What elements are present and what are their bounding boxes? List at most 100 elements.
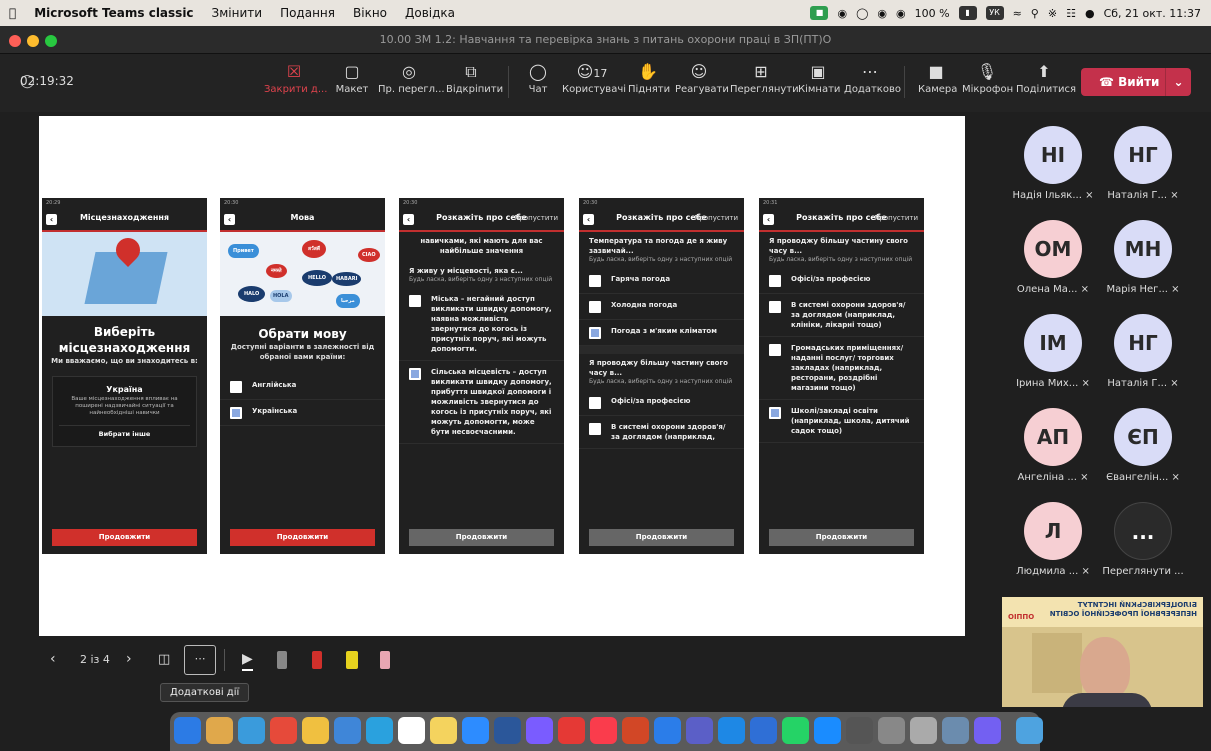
zoom-icon[interactable] xyxy=(462,717,489,744)
answer-option[interactable]: Гаряча погода xyxy=(579,268,744,294)
menu-edit[interactable]: Змінити xyxy=(203,6,272,20)
chat-button[interactable]: ◯ Чат xyxy=(526,60,550,106)
powerpoint-icon[interactable] xyxy=(622,717,649,744)
menu-clock[interactable]: Сб, 21 окт. 11:37 xyxy=(1104,7,1201,20)
more-actions-button[interactable]: ⋯ xyxy=(184,645,216,675)
camera-button[interactable]: ■ Камера xyxy=(918,60,957,106)
safari-icon[interactable] xyxy=(238,717,265,744)
checkbox[interactable] xyxy=(589,301,601,313)
answer-option[interactable]: Холодна погода xyxy=(579,294,744,320)
menu-window[interactable]: Вікно xyxy=(344,6,396,20)
participant-tile[interactable]: ОМ Олена Ма... ⨯ xyxy=(1003,212,1103,304)
checkbox[interactable] xyxy=(589,423,601,435)
people-button[interactable]: ☺17 Користувачі xyxy=(562,60,626,106)
status-icon-3[interactable]: ◉ xyxy=(896,7,906,20)
skip-link[interactable]: Пропустити xyxy=(874,214,918,222)
app-icon[interactable] xyxy=(750,717,777,744)
continue-button[interactable]: Продовжити xyxy=(769,529,914,546)
viber-icon[interactable] xyxy=(974,717,1001,744)
prev-slide-icon[interactable]: ‹ xyxy=(50,651,56,667)
checkbox[interactable] xyxy=(409,295,421,307)
raise-hand-button[interactable]: ✋ Підняти xyxy=(628,60,670,106)
answer-option[interactable]: Школі/закладі освіти (наприклад, школа, … xyxy=(759,400,924,443)
telegram-icon[interactable] xyxy=(366,717,393,744)
checkbox-checked[interactable] xyxy=(230,407,242,419)
skip-link[interactable]: Пропустити xyxy=(514,214,558,222)
answer-option[interactable]: Погода з м'яким кліматом xyxy=(579,320,744,346)
eraser-icon[interactable] xyxy=(380,651,390,669)
search-icon[interactable]: ⚲ xyxy=(1031,7,1039,20)
youtube-icon[interactable] xyxy=(558,717,585,744)
calendar-icon[interactable] xyxy=(398,717,425,744)
participant-tile[interactable]: ЄП Євангелін... ⨯ xyxy=(1093,400,1193,492)
checkbox[interactable] xyxy=(769,275,781,287)
downloads-icon[interactable] xyxy=(1016,717,1043,744)
menu-help[interactable]: Довідка xyxy=(396,6,464,20)
layout-button[interactable]: ▢ Макет xyxy=(334,60,370,106)
word-icon[interactable] xyxy=(494,717,521,744)
view-all-participants[interactable]: ... Переглянути ... xyxy=(1093,494,1193,586)
minimize-window-button[interactable] xyxy=(27,35,39,47)
continue-button[interactable]: Продовжити xyxy=(589,529,734,546)
app-icon[interactable] xyxy=(526,717,553,744)
participant-tile[interactable]: МН Марія Нег... ⨯ xyxy=(1093,212,1193,304)
more-button[interactable]: ⋯ Додатково xyxy=(844,60,901,106)
checkbox-checked[interactable] xyxy=(769,407,781,419)
calculator-icon[interactable] xyxy=(846,717,873,744)
launchpad-icon[interactable] xyxy=(206,717,233,744)
pen-tool-icon[interactable] xyxy=(277,651,287,669)
leave-button[interactable]: ☎ Вийти ⌄ xyxy=(1081,68,1191,96)
popout-button[interactable]: ⧉ Відкріпити xyxy=(446,60,503,106)
whatsapp-icon[interactable] xyxy=(782,717,809,744)
participant-tile[interactable]: НГ Наталія Г... ⨯ xyxy=(1093,306,1193,398)
battery-icon[interactable]: ▮ xyxy=(958,6,977,20)
participant-tile[interactable]: НГ Наталія Г... ⨯ xyxy=(1093,118,1193,210)
highlighter-icon[interactable] xyxy=(346,651,358,669)
view-button[interactable]: ⊞ Переглянути xyxy=(730,60,799,106)
apple-icon[interactable]:  xyxy=(0,6,25,20)
share-button[interactable]: ⬆ Поділитися xyxy=(1016,60,1076,106)
photos-icon[interactable] xyxy=(302,717,329,744)
answer-option[interactable]: Офісі/за професією xyxy=(759,268,924,294)
bluetooth-icon[interactable]: ※ xyxy=(1048,7,1057,20)
participant-tile[interactable]: Л Людмила ... ⨯ xyxy=(1003,494,1103,586)
printer-icon[interactable] xyxy=(910,717,937,744)
continue-button[interactable]: Продовжити xyxy=(230,529,375,546)
system-settings-icon[interactable] xyxy=(878,717,905,744)
app-store-icon[interactable] xyxy=(814,717,841,744)
continue-button[interactable]: Продовжити xyxy=(409,529,554,546)
chrome-icon[interactable] xyxy=(270,717,297,744)
red-marker-icon[interactable] xyxy=(312,651,322,669)
stop-sharing-button[interactable]: ☒ Закрити д... xyxy=(264,60,327,106)
app-icon[interactable] xyxy=(654,717,681,744)
answer-option[interactable]: В системі охорони здоров'я/ за доглядом … xyxy=(579,416,744,449)
notes-icon[interactable] xyxy=(430,717,457,744)
participant-tile[interactable]: ІМ Ірина Мих... ⨯ xyxy=(1003,306,1103,398)
mail-icon[interactable] xyxy=(334,717,361,744)
siri-icon[interactable]: ● xyxy=(1085,7,1095,20)
answer-option[interactable]: Міська – негайний доступ викликати швидк… xyxy=(399,288,564,361)
preview-button[interactable]: ◎ Пр. перегл... xyxy=(378,60,445,106)
pointer-tool-icon[interactable]: ▶ xyxy=(242,651,253,671)
music-icon[interactable] xyxy=(590,717,617,744)
participant-tile[interactable]: НІ Надія Ільяк... ⨯ xyxy=(1003,118,1103,210)
language-option[interactable]: Українська xyxy=(220,400,385,426)
checkbox[interactable] xyxy=(589,275,601,287)
react-button[interactable]: ☺ Реагувати xyxy=(675,60,729,106)
facetime-icon[interactable]: ■ xyxy=(810,6,829,20)
answer-option[interactable]: Офісі/за професією xyxy=(579,390,744,416)
wifi-icon[interactable]: ≈ xyxy=(1013,7,1022,20)
shield-icon[interactable]: ◯ xyxy=(856,7,868,20)
preview-icon[interactable] xyxy=(942,717,969,744)
checkbox[interactable] xyxy=(589,397,601,409)
continue-button[interactable]: Продовжити xyxy=(52,529,197,546)
app-icon[interactable] xyxy=(718,717,745,744)
answer-option[interactable]: Сільська місцевість – доступ викликати ш… xyxy=(399,361,564,444)
chevron-down-icon[interactable]: ⌄ xyxy=(1165,68,1191,96)
status-icon-2[interactable]: ◉ xyxy=(877,7,887,20)
checkbox-checked[interactable] xyxy=(589,327,601,339)
mic-button[interactable]: 🎙 Мікрофон xyxy=(962,60,1013,106)
checkbox[interactable] xyxy=(769,344,781,356)
zoom-window-button[interactable] xyxy=(45,35,57,47)
control-center-icon[interactable]: ☷ xyxy=(1066,7,1076,20)
